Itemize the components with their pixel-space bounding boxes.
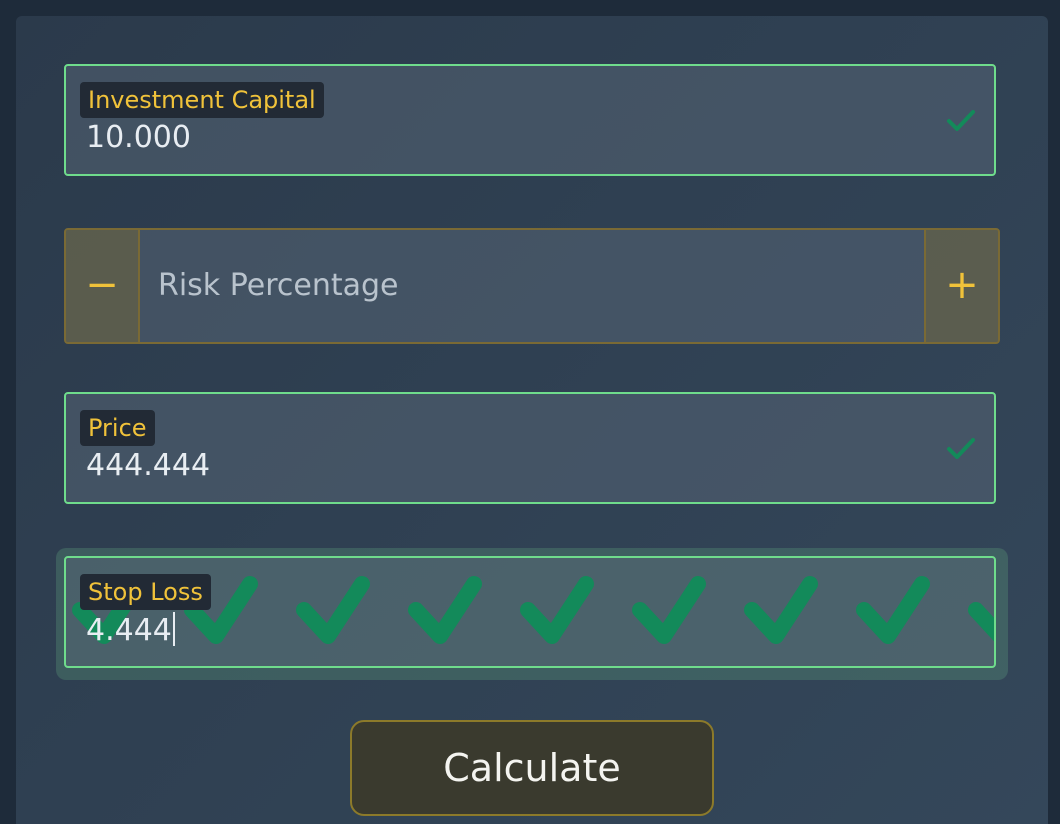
increment-button[interactable]: + <box>924 230 998 342</box>
investment-capital-label: Investment Capital <box>80 82 324 118</box>
stop-loss-field[interactable]: Stop Loss 4.444 <box>64 556 996 668</box>
calculate-button[interactable]: Calculate <box>350 720 714 816</box>
plus-icon: + <box>945 262 979 308</box>
stop-loss-input[interactable]: 4.444 <box>86 612 175 649</box>
risk-percentage-input[interactable]: Risk Percentage <box>158 268 398 304</box>
price-label: Price <box>80 410 155 446</box>
stop-loss-value: 4.444 <box>86 613 172 648</box>
calculator-panel: Investment Capital 10.000 − Risk Percent… <box>16 16 1048 824</box>
text-cursor <box>172 612 175 646</box>
check-icon <box>947 438 975 459</box>
price-field[interactable]: Price 444.444 <box>64 392 996 504</box>
decrement-button[interactable]: − <box>66 230 140 342</box>
investment-capital-field[interactable]: Investment Capital 10.000 <box>64 64 996 176</box>
check-icon <box>947 110 975 131</box>
stop-loss-label: Stop Loss <box>80 574 211 610</box>
risk-percentage-stepper[interactable]: − Risk Percentage + <box>64 228 1000 344</box>
investment-capital-value[interactable]: 10.000 <box>86 120 191 156</box>
minus-icon: − <box>85 262 119 308</box>
price-value[interactable]: 444.444 <box>86 448 210 484</box>
